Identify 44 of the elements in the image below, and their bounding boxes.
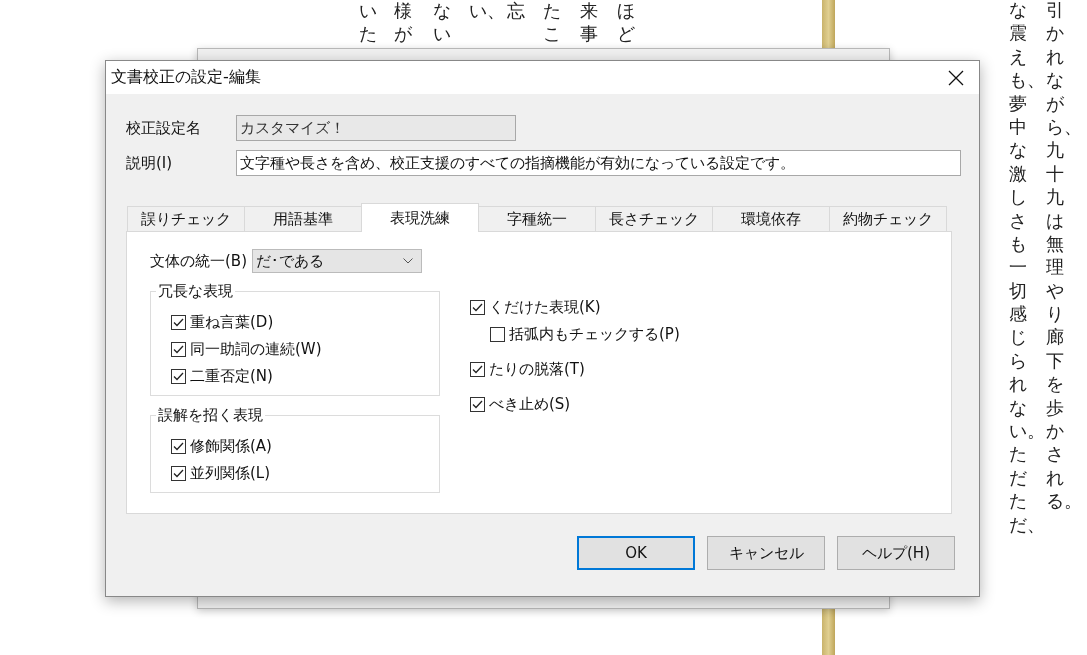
field-label: 校正設定名 [126, 118, 202, 138]
tab[interactable]: 表現洗練 [361, 203, 479, 232]
checkbox[interactable] [171, 465, 186, 481]
vertical-text-column: ない [433, 0, 459, 46]
vertical-text-column: いた [359, 0, 385, 46]
checkbox-label: 同一助詞の連続(W) [190, 339, 322, 359]
close-icon [948, 69, 964, 86]
checkbox[interactable] [470, 396, 485, 412]
checkbox[interactable] [470, 361, 485, 377]
vertical-text-column: 引かれながら、九十九は無理やり廊下を歩かされる。 [1046, 0, 1072, 513]
chevron-down-icon [403, 258, 413, 264]
checkbox-label: べき止め(S) [489, 394, 571, 414]
checkbox[interactable] [490, 326, 505, 342]
checkbox-label: くだけた表現(K) [489, 297, 601, 317]
field-label: 説明(I) [126, 153, 174, 173]
tab[interactable]: 約物チェック [829, 206, 947, 231]
checkbox[interactable] [171, 341, 186, 357]
checkbox-label: 並列関係(L) [190, 463, 271, 483]
checkbox[interactable] [171, 314, 186, 330]
vertical-text-column: 来事 [580, 0, 606, 46]
checkbox-label: 括弧内もチェックする(P) [509, 324, 680, 344]
checkbox-label: 二重否定(N) [190, 366, 273, 386]
checkbox-label: 修飾関係(A) [190, 436, 272, 456]
vertical-text-column: い、 [469, 0, 495, 23]
select-label: 文体の統一(B) [150, 251, 247, 271]
vertical-text-column: たこ [543, 0, 569, 46]
group-title: 誤解を招く表現 [156, 406, 265, 424]
text-field[interactable]: 文字種や長さを含め、校正支援のすべての指摘機能が有効になっている設定です。 [236, 150, 961, 176]
vertical-text-column: 忘 [507, 0, 533, 23]
group-title: 冗長な表現 [156, 282, 235, 300]
checkbox-label: 重ね言葉(D) [190, 312, 274, 332]
style-dropdown[interactable]: だ･である [252, 249, 422, 273]
checkbox-label: たりの脱落(T) [489, 359, 585, 379]
dialog-button[interactable]: キャンセル [707, 536, 825, 570]
dialog-button[interactable]: OK [577, 536, 695, 570]
checkbox[interactable] [171, 368, 186, 384]
checkbox[interactable] [171, 438, 186, 454]
vertical-text-column: ほど [617, 0, 643, 46]
vertical-text-column: 様が [394, 0, 420, 46]
window-title: 文書校正の設定-編集 [111, 67, 261, 88]
vertical-text-column: な震えも、夢中な激しさも一切感じられない。ただただ、 [1009, 0, 1035, 536]
checkbox[interactable] [470, 299, 485, 315]
tab[interactable]: 誤りチェック [127, 206, 245, 231]
dialog-button[interactable]: ヘルプ(H) [837, 536, 955, 570]
